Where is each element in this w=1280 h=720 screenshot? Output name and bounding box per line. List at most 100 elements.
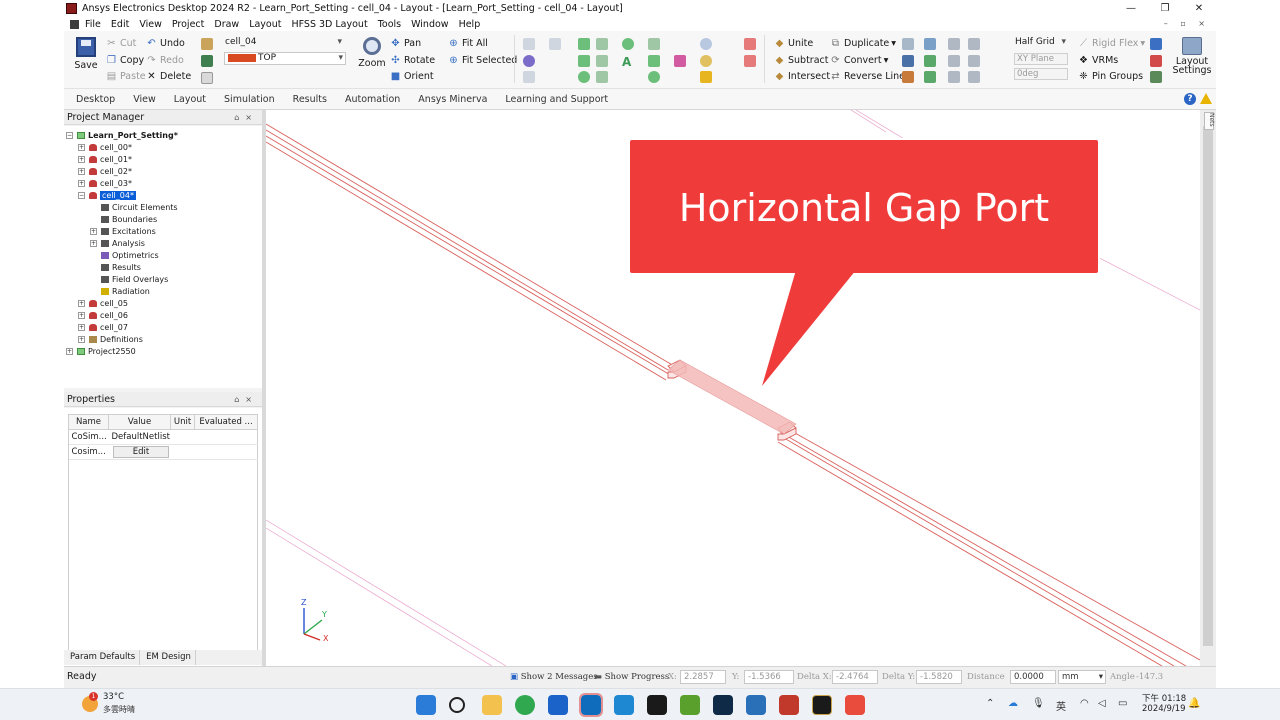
- warning-icon[interactable]: [1200, 93, 1212, 104]
- plane-field[interactable]: XY Plane: [1014, 53, 1068, 65]
- weather-temperature[interactable]: 33°C: [103, 692, 124, 702]
- zoom-button[interactable]: Zoom: [358, 37, 386, 69]
- panel-controls[interactable]: ⌂×: [234, 392, 258, 407]
- plane-icon[interactable]: [948, 55, 960, 67]
- tree-item[interactable]: + Analysis: [90, 237, 145, 249]
- delete-button[interactable]: ✕ Delete: [146, 71, 191, 82]
- edit-button[interactable]: Edit: [113, 446, 169, 458]
- wifi-icon[interactable]: ◠: [1080, 698, 1089, 709]
- cut-button[interactable]: ✂ Cut: [106, 38, 136, 49]
- battery-icon[interactable]: ▭: [1118, 698, 1127, 709]
- draw-arc-icon[interactable]: [596, 38, 608, 50]
- orient-button[interactable]: ■ Orient: [390, 71, 434, 82]
- tree-expander-icon[interactable]: +: [78, 311, 85, 319]
- nets-side-tab[interactable]: Nets: [1204, 112, 1215, 130]
- tree-expander-icon[interactable]: −: [78, 191, 85, 199]
- windbg-icon[interactable]: [713, 695, 733, 715]
- tree-expander-icon[interactable]: +: [78, 323, 85, 331]
- tab-desktop[interactable]: Desktop: [76, 94, 115, 105]
- gap-port-icon[interactable]: [744, 55, 756, 67]
- column-header-evaluated[interactable]: Evaluated ...: [194, 414, 258, 430]
- grid-combo[interactable]: Half Grid ▾: [1012, 37, 1068, 50]
- rigid-flex-button[interactable]: ⟋ Rigid Flex ▾: [1078, 38, 1145, 49]
- weather-description[interactable]: 多雲時晴: [103, 704, 135, 715]
- align-icon[interactable]: [902, 38, 914, 50]
- chrome-icon[interactable]: [515, 695, 535, 715]
- tree-expander-icon[interactable]: +: [90, 227, 97, 235]
- intersect-button[interactable]: ◆ Intersect: [774, 71, 830, 82]
- menu-view[interactable]: View: [139, 19, 162, 30]
- show-progress-button[interactable]: ▬ Show Progress: [594, 672, 669, 682]
- draw-line-icon[interactable]: [578, 38, 590, 50]
- tree-item[interactable]: + cell_00*: [78, 141, 132, 153]
- tree-expander-icon[interactable]: +: [90, 239, 97, 247]
- redo-button[interactable]: ↷ Redo: [146, 55, 184, 66]
- table-row[interactable]: Cosim... Edit: [68, 444, 258, 460]
- port-icon[interactable]: [744, 38, 756, 50]
- tab-view[interactable]: View: [133, 94, 156, 105]
- app-tool-icon[interactable]: [779, 695, 799, 715]
- tree-expander-icon[interactable]: +: [78, 155, 85, 163]
- tree-item[interactable]: Circuit Elements: [90, 201, 178, 213]
- layer-view-icon[interactable]: [948, 71, 960, 83]
- panel-controls[interactable]: ⌂×: [234, 110, 258, 125]
- menu-project[interactable]: Project: [172, 19, 205, 30]
- minimize-button[interactable]: —: [1114, 0, 1148, 17]
- clock-time[interactable]: 下午 01:18: [1142, 692, 1186, 704]
- select-mode-icon[interactable]: [201, 72, 213, 84]
- column-header-unit[interactable]: Unit: [170, 414, 195, 430]
- menu-edit[interactable]: Edit: [111, 19, 129, 30]
- tree-expander-icon[interactable]: +: [78, 335, 85, 343]
- close-button[interactable]: ✕: [1182, 0, 1216, 17]
- text-icon[interactable]: [549, 38, 561, 50]
- table-row[interactable]: CoSim... DefaultNetlist: [68, 429, 258, 445]
- mdi-controls[interactable]: – ▫ ×: [1164, 17, 1210, 31]
- paste-button[interactable]: ▤ Paste: [106, 71, 146, 82]
- terminal-icon[interactable]: [647, 695, 667, 715]
- tree-expander-icon[interactable]: +: [66, 347, 73, 355]
- ime-indicator[interactable]: 英: [1056, 698, 1066, 713]
- tree-item[interactable]: + cell_05: [78, 297, 128, 309]
- tree-item[interactable]: + Project2550: [66, 345, 136, 357]
- menu-file[interactable]: File: [85, 19, 101, 30]
- tree-expander-icon[interactable]: +: [78, 179, 85, 187]
- tree-expander-icon[interactable]: −: [66, 131, 73, 139]
- notification-bell-icon[interactable]: 🔔: [1188, 698, 1200, 709]
- tab-learning-and-support[interactable]: Learning and Support: [505, 94, 608, 105]
- tab-param-defaults[interactable]: Param Defaults: [64, 650, 141, 665]
- tree-item[interactable]: − cell_04*: [78, 189, 136, 201]
- grid-icon[interactable]: [523, 71, 535, 83]
- undo-button[interactable]: ↶ Undo: [146, 38, 185, 49]
- ansys-edt-icon[interactable]: [812, 695, 832, 715]
- microphone-icon[interactable]: 🎙: [1032, 698, 1045, 709]
- tree-expander-icon[interactable]: +: [78, 167, 85, 175]
- menu-tools[interactable]: Tools: [378, 19, 401, 30]
- drc-icon[interactable]: [1150, 55, 1162, 67]
- tree-expander-icon[interactable]: +: [78, 299, 85, 307]
- tab-automation[interactable]: Automation: [345, 94, 400, 105]
- tree-expander-icon[interactable]: +: [78, 143, 85, 151]
- tree-item[interactable]: + cell_02*: [78, 165, 132, 177]
- tree-item[interactable]: Radiation: [90, 285, 150, 297]
- design-combo[interactable]: cell_04 ▾: [222, 37, 344, 50]
- onedrive-icon[interactable]: ☁: [1008, 698, 1018, 709]
- menu-draw[interactable]: Draw: [214, 19, 239, 30]
- menu-hfss-3d-layout[interactable]: HFSS 3D Layout: [291, 19, 367, 30]
- angle-field[interactable]: 0deg: [1014, 68, 1068, 80]
- tab-simulation[interactable]: Simulation: [224, 94, 275, 105]
- file-explorer-icon[interactable]: [482, 695, 502, 715]
- tab-layout[interactable]: Layout: [174, 94, 206, 105]
- help-icon[interactable]: ?: [1184, 93, 1196, 105]
- tree-item[interactable]: + cell_03*: [78, 177, 132, 189]
- grid-snap-icon[interactable]: [968, 38, 980, 50]
- unite-button[interactable]: ◆ Unite: [774, 38, 814, 49]
- trace-upper[interactable]: [266, 123, 675, 381]
- fit-selected-button[interactable]: ⊕ Fit Selected: [448, 55, 517, 66]
- color-icon[interactable]: [523, 55, 535, 67]
- layout-settings-button[interactable]: Layout Settings: [1172, 37, 1212, 75]
- scrollbar-thumb[interactable]: [1203, 126, 1213, 646]
- clock-icon[interactable]: [700, 38, 712, 50]
- text-a-icon[interactable]: A: [622, 55, 634, 69]
- subtract-button[interactable]: ◆ Subtract: [774, 55, 829, 66]
- notepad-icon[interactable]: [680, 695, 700, 715]
